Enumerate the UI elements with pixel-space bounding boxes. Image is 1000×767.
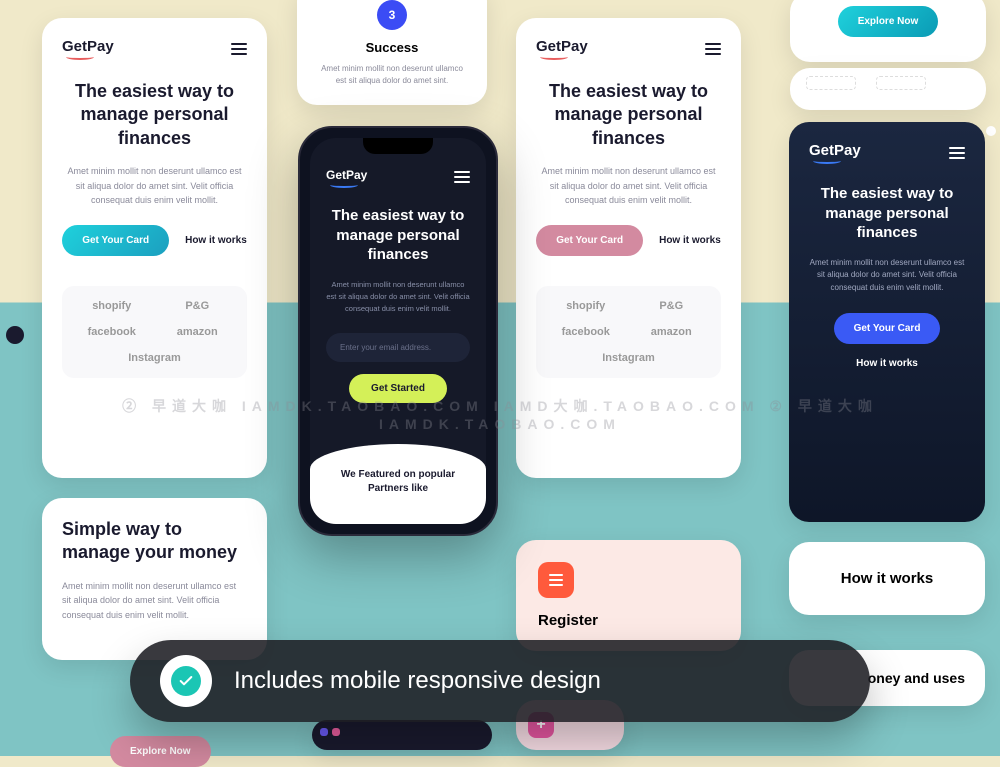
explore-card-top: Explore Now <box>790 0 986 62</box>
step-number-badge: 3 <box>377 0 407 30</box>
menu-icon[interactable] <box>949 147 965 159</box>
partner-logo: shopify <box>550 300 622 312</box>
dark-feature-card <box>312 720 492 750</box>
get-card-button[interactable]: Get Your Card <box>834 313 941 344</box>
success-title: Success <box>315 40 469 55</box>
menu-icon[interactable] <box>231 43 247 55</box>
partner-logo: Instagram <box>550 352 707 364</box>
skeleton-line <box>876 76 926 90</box>
hero-title: The easiest way to manage personal finan… <box>809 184 965 243</box>
mobile-mock-dark: GetPay The easiest way to manage persona… <box>789 122 985 522</box>
partner-logo: amazon <box>636 326 708 338</box>
partner-logo: P&G <box>636 300 708 312</box>
hero-title: The easiest way to manage personal finan… <box>62 80 247 150</box>
feature-banner: Includes mobile responsive design <box>130 640 870 722</box>
check-badge <box>160 655 212 707</box>
partners-heading: We Featured on popular Partners like <box>324 468 472 496</box>
logo-swoosh-icon <box>330 182 358 188</box>
get-card-button[interactable]: Get Your Card <box>62 225 169 256</box>
decorative-dot <box>986 126 996 136</box>
register-title: Register <box>538 612 719 629</box>
color-dot-icon <box>320 728 328 736</box>
mobile-mock-cyan: GetPay The easiest way to manage persona… <box>42 18 267 478</box>
partners-grid: shopify P&G facebook amazon Instagram <box>62 286 247 378</box>
phone-screen: GetPay The easiest way to manage persona… <box>310 138 486 524</box>
get-card-button[interactable]: Get Your Card <box>536 225 643 256</box>
success-step-card: 3 Success Amet minim mollit non deserunt… <box>297 0 487 105</box>
partner-logo: amazon <box>162 326 234 338</box>
check-icon <box>171 666 201 696</box>
decorative-dot <box>6 326 24 344</box>
logo: GetPay <box>62 38 114 60</box>
partner-logo: P&G <box>162 300 234 312</box>
success-description: Amet minim mollit non deserunt ullamco e… <box>315 63 469 87</box>
hero-description: Amet minim mollit non deserunt ullamco e… <box>326 279 470 315</box>
how-it-works-card: How it works <box>789 542 985 615</box>
register-card: Register <box>516 540 741 651</box>
hero-description: Amet minim mollit non deserunt ullamco e… <box>62 164 247 207</box>
register-icon <box>538 562 574 598</box>
logo: GetPay <box>536 38 588 60</box>
logo: GetPay <box>326 166 367 188</box>
explore-now-button[interactable]: Explore Now <box>110 736 211 767</box>
mobile-mock-pink: GetPay The easiest way to manage persona… <box>516 18 741 478</box>
section-description: Amet minim mollit non deserunt ullamco e… <box>62 579 247 622</box>
how-it-works-link[interactable]: How it works <box>856 358 918 369</box>
logo: GetPay <box>809 142 861 164</box>
banner-text: Includes mobile responsive design <box>234 667 601 695</box>
phone-device-frame: GetPay The easiest way to manage persona… <box>298 126 498 536</box>
hero-title: The easiest way to manage personal finan… <box>536 80 721 150</box>
hero-description: Amet minim mollit non deserunt ullamco e… <box>536 164 721 207</box>
partners-grid: shopify P&G facebook amazon Instagram <box>536 286 721 378</box>
phone-wave-section: We Featured on popular Partners like <box>310 444 486 524</box>
partner-logo: facebook <box>76 326 148 338</box>
email-input[interactable]: Enter your email address. <box>326 333 470 362</box>
section-title: How it works <box>809 570 965 587</box>
skeleton-card <box>790 68 986 110</box>
color-dot-icon <box>332 728 340 736</box>
mobile-mock-simple: Simple way to manage your money Amet min… <box>42 498 267 660</box>
partner-logo: facebook <box>550 326 622 338</box>
section-title: Simple way to manage your money <box>62 518 247 565</box>
partner-logo: shopify <box>76 300 148 312</box>
menu-icon[interactable] <box>454 171 470 183</box>
how-it-works-link[interactable]: How it works <box>185 235 247 246</box>
partner-logo: Instagram <box>76 352 233 364</box>
phone-notch <box>363 138 433 154</box>
menu-icon[interactable] <box>705 43 721 55</box>
hero-description: Amet minim mollit non deserunt ullamco e… <box>809 257 965 295</box>
hero-title: The easiest way to manage personal finan… <box>326 206 470 265</box>
skeleton-line <box>806 76 856 90</box>
get-started-button[interactable]: Get Started <box>349 374 447 403</box>
how-it-works-link[interactable]: How it works <box>659 235 721 246</box>
explore-now-button[interactable]: Explore Now <box>838 6 939 37</box>
